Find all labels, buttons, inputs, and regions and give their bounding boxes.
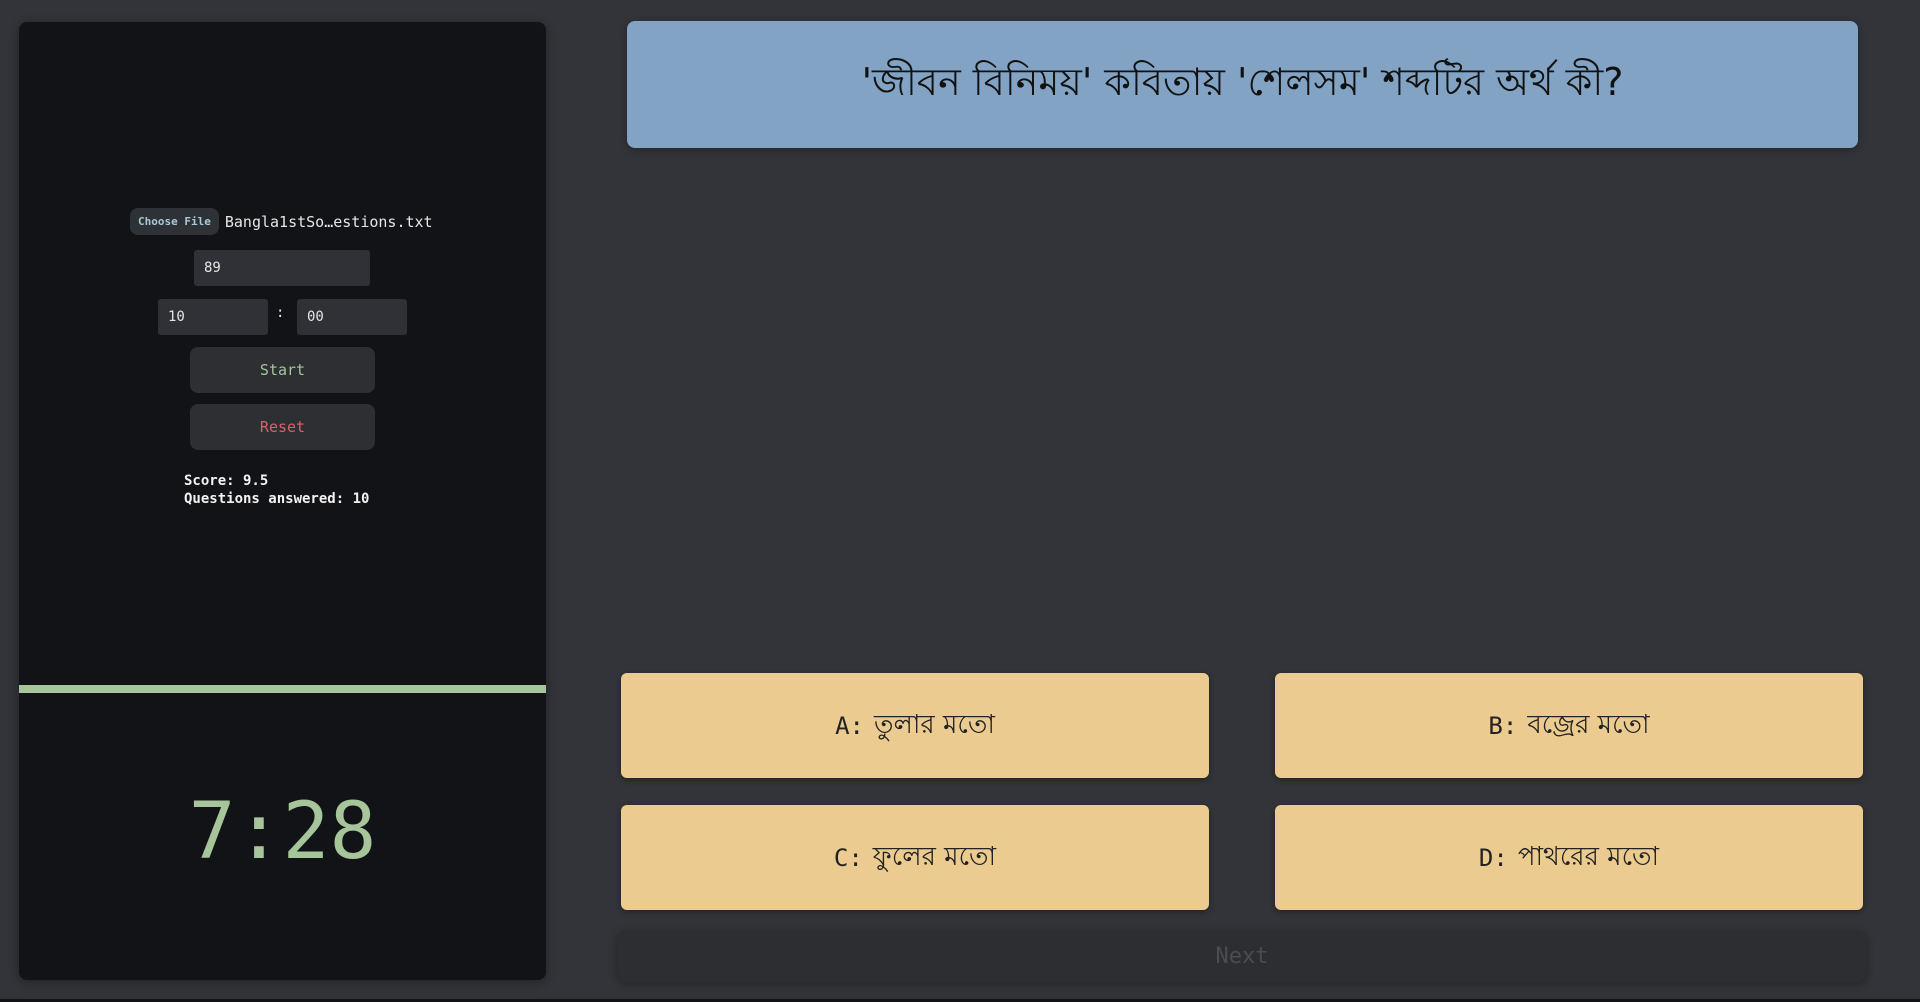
question-text: 'জীবন বিনিময়' কবিতায় 'শেলসম' শব্দটির অ…: [861, 59, 1624, 104]
sidebar-panel: Choose File Bangla1stSo…estions.txt : St…: [19, 22, 546, 980]
option-b-button[interactable]: B: বজ্রের মতো: [1275, 673, 1863, 778]
timer-seconds-input[interactable]: [297, 299, 407, 335]
next-button[interactable]: Next: [617, 930, 1867, 982]
file-picker: Choose File Bangla1stSo…estions.txt: [130, 208, 433, 235]
questions-answered-text: Questions answered: 10: [184, 491, 370, 507]
score-text: Score: 9.5: [184, 473, 269, 489]
choose-file-button[interactable]: Choose File: [130, 208, 219, 235]
option-text: ফুলের মতো: [872, 841, 997, 872]
option-d-button[interactable]: D: পাথরের মতো: [1275, 805, 1863, 910]
option-letter: B:: [1488, 711, 1518, 740]
score-summary: Score: 9.5 Questions answered: 10: [184, 472, 369, 508]
start-button[interactable]: Start: [190, 347, 375, 393]
timer-minutes-input[interactable]: [158, 299, 268, 335]
option-c-button[interactable]: C: ফুলের মতো: [621, 805, 1209, 910]
timer-progress-fill: [19, 685, 546, 693]
countdown-timer: 7:28: [188, 787, 377, 877]
time-separator: :: [276, 305, 285, 321]
option-letter: A:: [835, 711, 864, 740]
option-text: বজ্রের মতো: [1527, 709, 1650, 740]
option-letter: D:: [1478, 843, 1508, 872]
option-a-button[interactable]: A: তুলার মতো: [621, 673, 1209, 778]
option-letter: C:: [833, 843, 863, 872]
timer-progress-bar: [19, 685, 546, 693]
reset-button[interactable]: Reset: [190, 404, 375, 450]
option-text: তুলার মতো: [873, 709, 995, 740]
question-card: 'জীবন বিনিময়' কবিতায় 'শেলসম' শব্দটির অ…: [627, 21, 1858, 148]
selected-file-name: Bangla1stSo…estions.txt: [224, 212, 433, 231]
option-text: পাথরের মতো: [1517, 841, 1660, 872]
question-count-input[interactable]: [194, 250, 370, 286]
